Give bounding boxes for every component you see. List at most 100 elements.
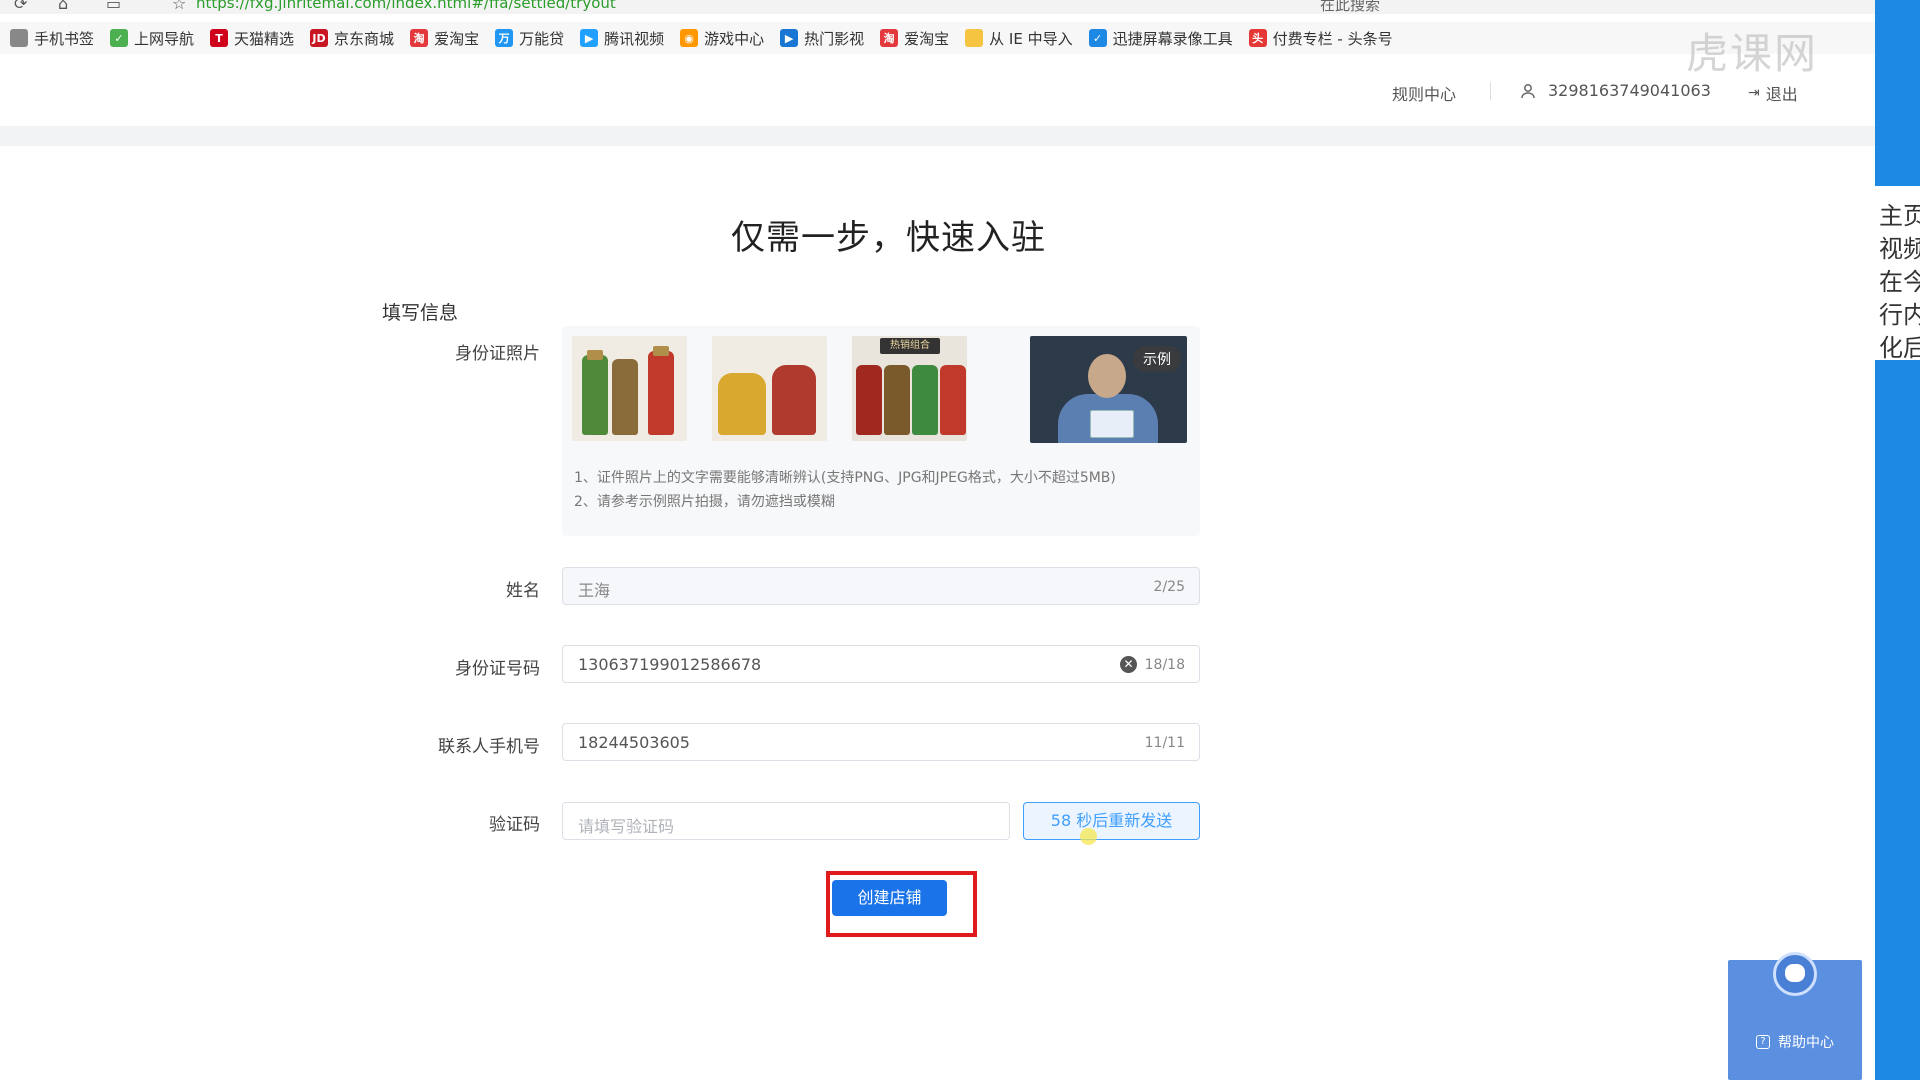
bookmarks-bar: 手机书签 ✓ 上网导航 T 天猫精选 JD 京东商城淘爱淘宝万万能贷 ▶ 腾讯视频 ◉ 游戏中心 ▶ 热… (0, 22, 1875, 54)
toutiao-icon: 头 (1248, 29, 1267, 47)
tencent-video-icon: ▶ (580, 29, 599, 47)
home-icon[interactable]: ⌂ (58, 0, 68, 13)
side-tip-panel: 主页 视频 在今 行内 化后 (1875, 186, 1920, 360)
app-header: 规则中心 3298163749041063 ⇥ 退出 (0, 54, 1875, 126)
page-title: 仅需一步，快速入驻 (731, 218, 1046, 258)
hao-nav-icon: ✓ (110, 29, 129, 47)
example-tag: 示例 (1133, 346, 1181, 372)
robot-avatar-icon (1773, 952, 1817, 996)
question-icon: ? (1756, 1035, 1770, 1049)
bookmark-item[interactable]: ✓ 上网导航 (110, 28, 194, 49)
phone-char-count: 11/11 (1144, 735, 1185, 751)
address-bar[interactable]: https://fxg.jinritemai.com/index.html#/f… (196, 0, 616, 12)
phone-value: 18244503605 (578, 733, 690, 752)
header-divider (1490, 82, 1491, 100)
verification-code-input[interactable]: 请填写验证码 (562, 802, 1010, 840)
user-account[interactable]: 3298163749041063 (1520, 81, 1711, 100)
jd-icon: JD (310, 29, 329, 47)
clear-icon[interactable]: ✕ (1120, 656, 1137, 673)
rules-center-link[interactable]: 规则中心 (1392, 81, 1456, 105)
name-label: 姓名 (506, 581, 540, 601)
user-id: 3298163749041063 (1548, 81, 1711, 100)
logout-button[interactable]: ⇥ 退出 (1748, 81, 1798, 105)
id-number-value: 130637199012586678 (578, 655, 762, 674)
name-char-count: 2/25 (1153, 579, 1185, 595)
logout-label: 退出 (1765, 85, 1798, 104)
bookmark-label: 爱淘宝 (904, 29, 950, 48)
uploaded-photo-1[interactable] (572, 336, 687, 441)
bookmark-label: 万能贷 (519, 29, 565, 48)
bookmark-item[interactable]: 淘爱淘宝 (880, 28, 949, 49)
bookmark-item[interactable]: ◉ 游戏中心 (680, 28, 764, 49)
bookmark-item[interactable]: ▶ 腾讯视频 (580, 28, 664, 49)
phone-bookmark-icon (10, 29, 28, 47)
create-store-button[interactable]: 创建店铺 (832, 880, 947, 916)
bookmark-label: 京东商城 (334, 29, 395, 48)
bookmark-item[interactable]: 淘爱淘宝 (410, 28, 479, 49)
bookmark-label: 付费专栏 - 头条号 (1272, 29, 1393, 48)
bookmark-label: 天猫精选 (234, 29, 295, 48)
photo-hint-2: 2、请参考示例照片拍摄，请勿遮挡或模糊 (574, 494, 835, 510)
id-photo-upload-area: 热销组合 示例 1、证件照片上的文字需要能够清晰辨认(支持PNG、JPG和JPE… (562, 326, 1200, 536)
side-tip-line: 在今 (1879, 268, 1920, 296)
logout-icon: ⇥ (1748, 85, 1760, 101)
resend-code-button[interactable]: 58 秒后重新发送 (1023, 802, 1200, 840)
game-center-icon: ◉ (680, 29, 699, 47)
bookmark-label: 从 IE 中导入 (989, 29, 1073, 48)
shield-icon: ✓ (1088, 29, 1107, 47)
photo-hint-1: 1、证件照片上的文字需要能够清晰辨认(支持PNG、JPG和JPEG格式，大小不超… (574, 470, 1116, 486)
wannengdai-icon: 万 (495, 29, 514, 47)
phone-field[interactable]: 18244503605 11/11 (562, 723, 1200, 761)
bookmark-item[interactable]: JD 京东商城 (310, 28, 394, 49)
side-tip-line: 化后 (1879, 334, 1920, 360)
section-title: 填写信息 (382, 302, 459, 324)
bookmark-item[interactable]: 从 IE 中导入 (965, 28, 1073, 49)
browser-search-box[interactable]: 在此搜索 (1320, 0, 1380, 14)
id-photo-label: 身份证照片 (455, 344, 540, 364)
uploaded-photo-2[interactable] (712, 336, 827, 441)
hot-video-icon: ▶ (780, 29, 799, 47)
tab-icon[interactable]: ▭ (106, 0, 121, 13)
tmall-icon: T (210, 29, 229, 47)
example-id-photo: 示例 (1030, 336, 1187, 443)
name-field[interactable]: 王海 2/25 (562, 567, 1200, 605)
side-tip-line: 主页 (1879, 202, 1920, 230)
product-banner: 热销组合 (880, 338, 940, 354)
bookmark-label: 上网导航 (134, 29, 195, 48)
bookmark-item[interactable]: ▶ 热门影视 (780, 28, 864, 49)
browser-toolbar: ⟳ ⌂ ▭ ☆ https://fxg.jinritemai.com/index… (0, 0, 1875, 14)
id-number-char-count: 18/18 (1144, 657, 1185, 673)
bookmark-label: 手机书签 (34, 29, 95, 48)
side-tip-line: 视频 (1879, 235, 1920, 263)
help-center-label: ? 帮助中心 (1728, 1032, 1862, 1052)
right-panel-edge (1875, 0, 1920, 1080)
bookmark-label: 迅捷屏幕录像工具 (1112, 29, 1233, 48)
star-icon[interactable]: ☆ (172, 0, 186, 13)
aitaobao-icon: 淘 (410, 29, 429, 47)
refresh-icon[interactable]: ⟳ (14, 0, 27, 13)
bookmark-item[interactable]: T 天猫精选 (210, 28, 294, 49)
name-value: 王海 (578, 581, 611, 600)
help-center-widget[interactable]: ? 帮助中心 (1728, 952, 1862, 1080)
bookmark-item[interactable]: 万万能贷 (495, 28, 564, 49)
folder-icon (965, 29, 984, 47)
code-placeholder: 请填写验证码 (578, 817, 675, 836)
bookmark-label: 游戏中心 (704, 29, 765, 48)
uploaded-photo-3[interactable]: 热销组合 (852, 336, 967, 441)
id-number-field[interactable]: 130637199012586678 ✕ 18/18 (562, 645, 1200, 683)
bookmark-label: 爱淘宝 (434, 29, 480, 48)
watermark-logo: 虎课网 (1686, 29, 1819, 78)
cursor-highlight (1080, 828, 1097, 845)
header-spacer (0, 126, 1875, 146)
bookmark-item[interactable]: 手机书签 (10, 28, 94, 49)
phone-label: 联系人手机号 (438, 737, 540, 757)
main-card: 仅需一步，快速入驻 填写信息 身份证照片 热销组合 示例 1、证件照片上的文字需… (0, 146, 1855, 1080)
user-icon (1521, 83, 1535, 98)
bookmark-item[interactable]: ✓ 迅捷屏幕录像工具 (1088, 28, 1233, 49)
aitaobao-icon: 淘 (880, 29, 899, 47)
bookmark-label: 热门影视 (804, 29, 865, 48)
side-tip-line: 行内 (1879, 301, 1920, 329)
bookmark-label: 腾讯视频 (604, 29, 665, 48)
code-label: 验证码 (489, 815, 540, 835)
bookmark-item[interactable]: 头付费专栏 - 头条号 (1248, 28, 1393, 49)
